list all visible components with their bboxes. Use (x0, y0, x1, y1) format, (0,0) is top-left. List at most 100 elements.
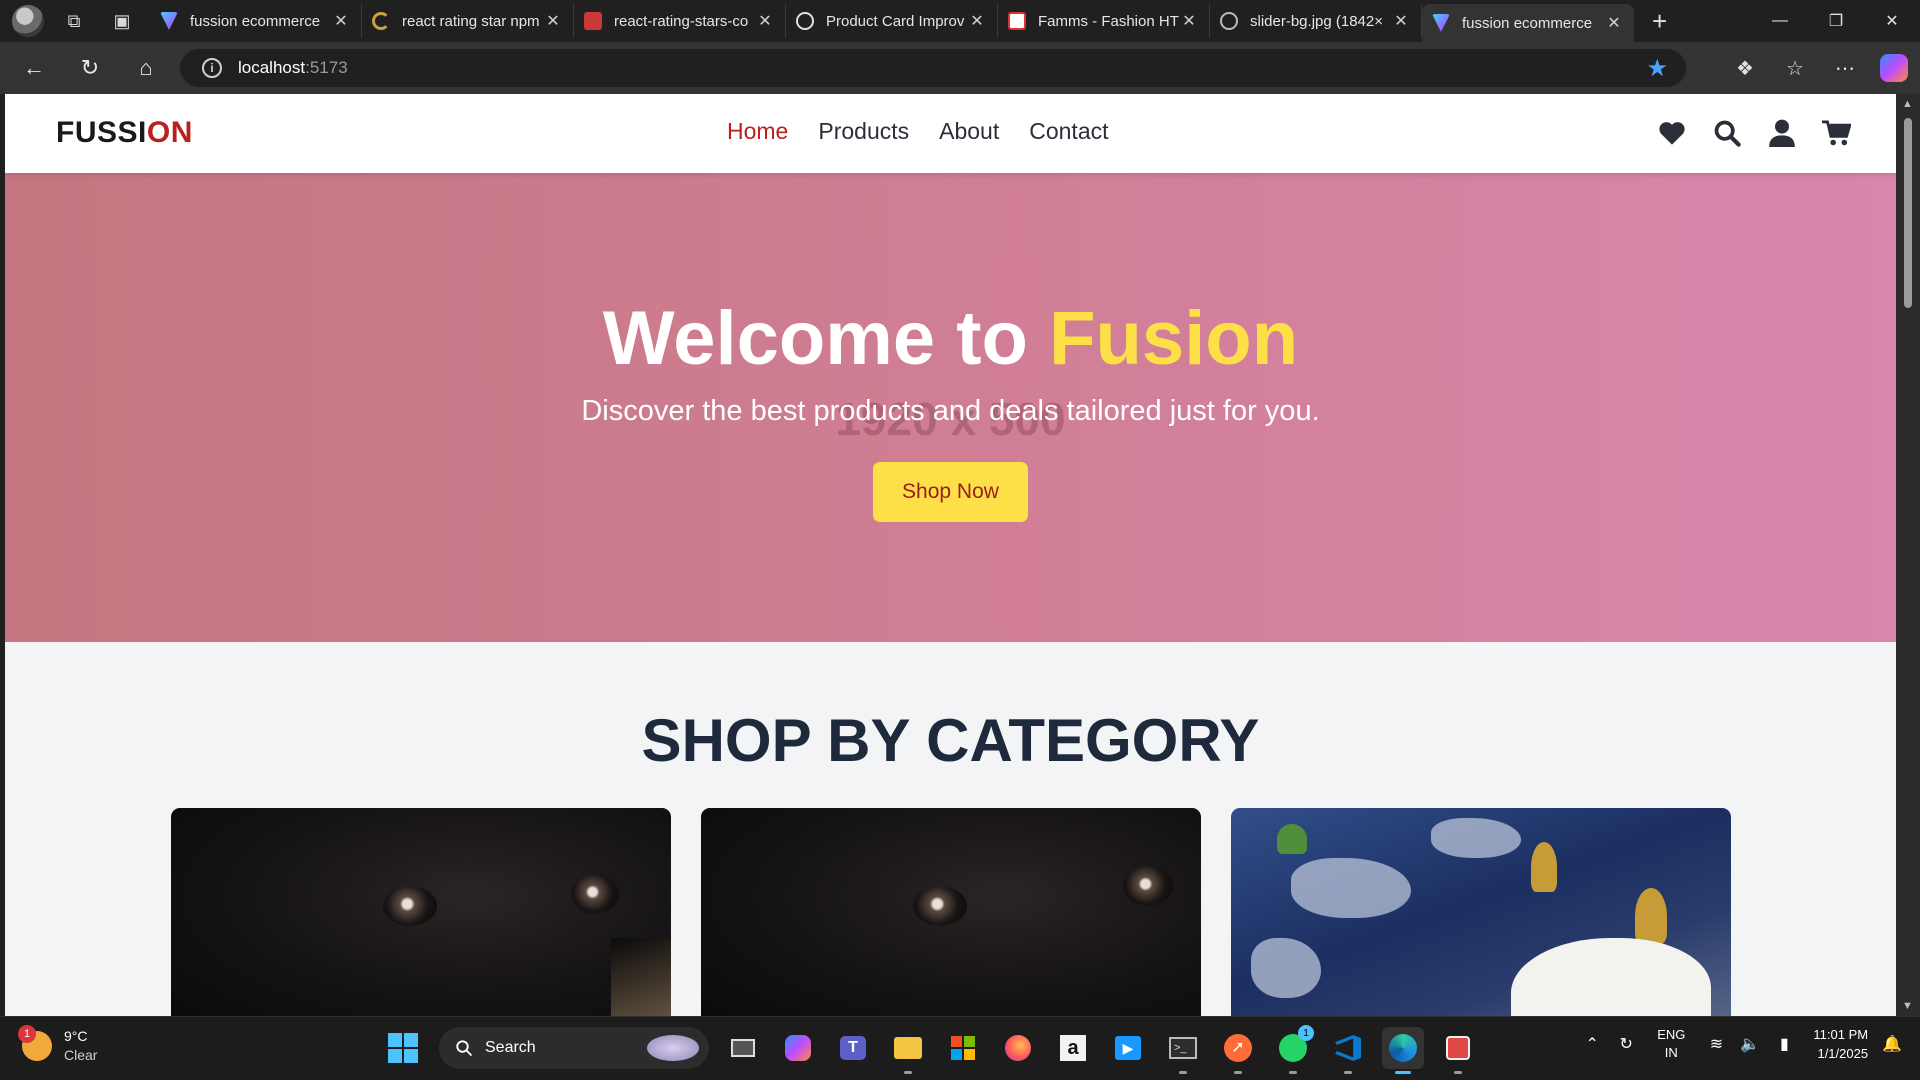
terminal-icon[interactable]: >_ (1162, 1027, 1204, 1074)
prime-video-icon[interactable]: ▶ (1107, 1027, 1149, 1069)
wifi-icon[interactable]: ≋ (1699, 1034, 1733, 1054)
weather-widget[interactable]: 1 9°C Clear (18, 1025, 97, 1065)
nav-link-products[interactable]: Products (818, 118, 909, 145)
category-card-image[interactable] (701, 808, 1201, 1016)
browser-tab[interactable]: Product Card Improv ✕ (786, 4, 998, 38)
tab-title: fussion ecommerce (1462, 14, 1593, 32)
chatgpt-icon (796, 12, 814, 30)
snipping-tool-icon[interactable] (1437, 1027, 1479, 1074)
site-info-icon[interactable]: i (202, 58, 222, 78)
category-card-image[interactable] (1231, 808, 1731, 1016)
nav-link-about[interactable]: About (939, 118, 999, 145)
page-scrollbar[interactable]: ▲ ▼ (1896, 94, 1920, 1016)
file-explorer-icon[interactable] (887, 1027, 929, 1074)
new-tab-icon[interactable]: + (1652, 6, 1667, 37)
dog-eye (1123, 866, 1173, 906)
edge-icon[interactable] (1382, 1027, 1424, 1074)
tab-title: slider-bg.jpg (1842× (1250, 12, 1384, 30)
language-indicator[interactable]: ENG IN (1657, 1026, 1685, 1062)
teams-icon[interactable]: T (832, 1027, 874, 1069)
workspaces-icon[interactable]: ⧉ (56, 5, 92, 37)
dog-eye (913, 886, 967, 926)
back-arrow-icon[interactable]: ← (12, 48, 56, 88)
whatsapp-icon[interactable]: 1 (1272, 1025, 1314, 1074)
window-close-icon[interactable]: ✕ (1864, 0, 1920, 42)
vscode-icon[interactable] (1327, 1027, 1369, 1074)
category-section-title: SHOP BY CATEGORY (641, 707, 1260, 774)
page-viewport: FUSSION Home Products About Contact 1920… (5, 94, 1896, 1016)
site-logo[interactable]: FUSSION (56, 116, 193, 150)
address-bar[interactable]: i localhost:5173 ★ (180, 49, 1686, 87)
heart-icon[interactable] (1657, 113, 1686, 153)
browser-tab[interactable]: fussion ecommerce ✕ (150, 4, 362, 38)
globe-icon (1220, 12, 1238, 30)
image-detail (1531, 842, 1557, 892)
refresh-icon[interactable]: ↻ (68, 48, 112, 88)
close-tab-icon[interactable]: ✕ (1179, 11, 1199, 31)
firefox-icon[interactable] (997, 1027, 1039, 1069)
notification-bell-icon[interactable]: 🔔 (1882, 1034, 1902, 1054)
favorites-icon[interactable]: ☆ (1770, 56, 1820, 81)
favorite-star-icon[interactable]: ★ (1646, 54, 1668, 83)
tab-title: Product Card Improv (826, 12, 965, 30)
browser-tab[interactable]: slider-bg.jpg (1842× ✕ (1210, 4, 1422, 38)
weather-temp: 9°C (64, 1028, 88, 1044)
task-view-icon[interactable] (722, 1027, 764, 1069)
weather-badge: 1 (18, 1025, 36, 1043)
close-tab-icon[interactable]: ✕ (1391, 11, 1411, 31)
browser-tab-active[interactable]: fussion ecommerce ✕ (1422, 4, 1634, 42)
extensions-icon[interactable]: ❖ (1720, 56, 1770, 81)
profile-avatar[interactable] (12, 5, 44, 37)
minimize-icon[interactable]: — (1752, 0, 1808, 42)
volume-icon[interactable]: 🔈 (1733, 1034, 1767, 1054)
npm-icon (584, 12, 602, 30)
image-detail (611, 938, 671, 1016)
restore-icon[interactable]: ❐ (1808, 0, 1864, 42)
close-tab-icon[interactable]: ✕ (1604, 13, 1624, 33)
site-navbar: FUSSION Home Products About Contact (5, 94, 1896, 173)
amazon-icon[interactable]: a (1052, 1027, 1094, 1069)
sync-icon[interactable]: ↻ (1609, 1034, 1643, 1054)
close-tab-icon[interactable]: ✕ (543, 11, 563, 31)
search-label: Search (485, 1039, 536, 1056)
taskbar-apps: Search T a ▶ >_ ➚ 1 (388, 1025, 1479, 1074)
browser-tab[interactable]: react rating star npm ✕ (362, 4, 574, 38)
toolbar-right: ❖ ☆ ⋯ (1720, 42, 1920, 94)
more-menu-icon[interactable]: ⋯ (1820, 56, 1870, 81)
tab-list: fussion ecommerce ✕ react rating star np… (150, 0, 1634, 42)
browser-tab[interactable]: react-rating-stars-co ✕ (574, 4, 786, 38)
clock[interactable]: 11:01 PM 1/1/2025 (1813, 1025, 1868, 1063)
search-icon[interactable] (1712, 113, 1741, 153)
loading-icon (372, 12, 390, 30)
microsoft-store-icon[interactable] (942, 1027, 984, 1069)
windows-start-icon[interactable] (388, 1033, 418, 1063)
moon-weather-icon: 1 (18, 1025, 52, 1061)
window-controls: — ❐ ✕ (1752, 0, 1920, 42)
nav-link-home[interactable]: Home (727, 118, 788, 145)
copilot-icon[interactable] (1880, 54, 1908, 82)
tab-title: react-rating-stars-co (614, 12, 749, 30)
chevron-up-icon[interactable]: ⌃ (1575, 1034, 1609, 1054)
user-icon[interactable] (1767, 113, 1796, 153)
famms-icon (1008, 12, 1026, 30)
scrollbar-thumb[interactable] (1904, 118, 1912, 308)
cart-icon[interactable] (1822, 113, 1851, 153)
browser-tab[interactable]: Famms - Fashion HT ✕ (998, 4, 1210, 38)
scroll-up-icon[interactable]: ▲ (1902, 98, 1913, 110)
scroll-down-icon[interactable]: ▼ (1902, 1000, 1913, 1012)
close-tab-icon[interactable]: ✕ (755, 11, 775, 31)
vertical-tabs-icon[interactable]: ▣ (104, 5, 140, 37)
shop-now-button[interactable]: Shop Now (873, 462, 1028, 522)
copilot-app-icon[interactable] (777, 1027, 819, 1069)
image-detail (1251, 938, 1321, 998)
image-detail (1635, 888, 1667, 944)
postman-icon[interactable]: ➚ (1217, 1027, 1259, 1074)
search-highlight-art (647, 1035, 699, 1061)
battery-icon[interactable]: ▮ (1767, 1034, 1801, 1054)
home-icon[interactable]: ⌂ (124, 48, 168, 88)
category-card-image[interactable] (171, 808, 671, 1016)
close-tab-icon[interactable]: ✕ (331, 11, 351, 31)
close-tab-icon[interactable]: ✕ (967, 11, 987, 31)
nav-link-contact[interactable]: Contact (1029, 118, 1108, 145)
taskbar-search[interactable]: Search (439, 1027, 709, 1069)
